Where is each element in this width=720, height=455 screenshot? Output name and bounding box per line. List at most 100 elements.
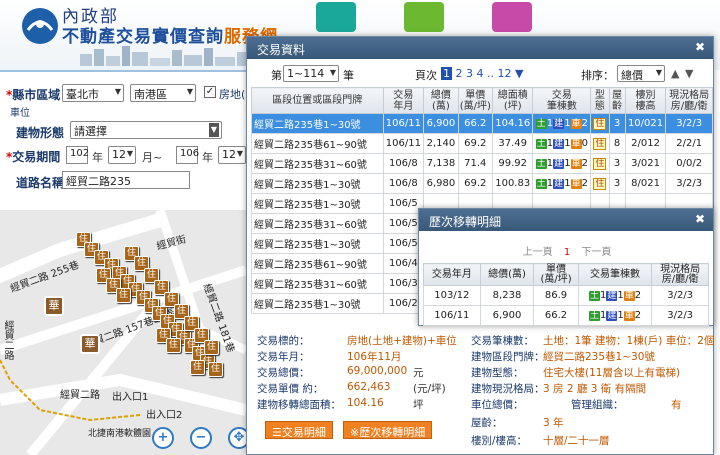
column-header: 總價 (萬) bbox=[423, 87, 459, 114]
road-input[interactable]: 經貿二路235 bbox=[62, 171, 190, 189]
table-cell: 3 bbox=[608, 113, 626, 134]
house-marker[interactable]: 住 bbox=[204, 340, 219, 355]
page-unit: 筆 bbox=[343, 69, 354, 82]
unit-price-value: 662,463 bbox=[347, 381, 391, 393]
start-year-input[interactable]: 102 bbox=[66, 146, 89, 164]
table-cell: 3 bbox=[608, 173, 626, 194]
column-header: 屋齡 bbox=[608, 87, 626, 114]
next-page-icon[interactable]: ▼ bbox=[515, 67, 523, 80]
table-cell: 3 bbox=[608, 153, 626, 174]
sort-label: 排序： bbox=[581, 69, 614, 82]
nav-button-2[interactable] bbox=[404, 2, 444, 32]
table-cell: 經貿二路235巷1~30號 bbox=[251, 233, 384, 254]
table-cell: 2/2/1 bbox=[665, 133, 713, 154]
table-cell: 住 bbox=[590, 173, 610, 194]
table-cell: 37.49 bbox=[491, 133, 534, 154]
house-marker[interactable]: 住 bbox=[116, 288, 131, 303]
column-header: 交易 筆棟數 bbox=[532, 87, 592, 114]
district-select[interactable]: 南港區 bbox=[130, 84, 196, 102]
history-column-header: 交易筆棟數 bbox=[577, 263, 653, 286]
county-select[interactable]: 臺北市 bbox=[62, 84, 124, 102]
page-link-4[interactable]: 4 bbox=[477, 67, 484, 80]
table-cell: 經貿二路235巷31~60號 bbox=[251, 213, 384, 234]
floor-value: 十層/二十一層 bbox=[543, 435, 610, 447]
table-cell: 住 bbox=[590, 153, 610, 174]
column-header: 型態 bbox=[590, 87, 610, 114]
table-cell: 6,900 bbox=[423, 113, 459, 134]
table-cell: 106/8 bbox=[382, 173, 425, 194]
skyline-decoration-icon bbox=[80, 46, 249, 66]
zoom-out-icon[interactable]: − bbox=[190, 427, 212, 449]
table-row[interactable]: 經貿二路235巷1~30號 106/8 6,980 69.2 100.83 土1建1車2 住… bbox=[251, 173, 713, 194]
page-link-12[interactable]: 12 bbox=[498, 67, 512, 80]
history-cell: 86.9 bbox=[533, 285, 579, 306]
column-header: 總面積 (坪) bbox=[491, 87, 534, 114]
table-cell: 土1建1車2 bbox=[532, 113, 592, 134]
sort-desc-icon[interactable]: ▼ bbox=[685, 67, 693, 80]
sort-select[interactable]: 總價 bbox=[617, 65, 665, 82]
area-label: 建物移轉總面積： bbox=[257, 399, 341, 411]
history-cell: 3/2/3 bbox=[651, 285, 709, 306]
age-label: 屋齡： bbox=[471, 417, 503, 429]
pager-bar: 第 1~114 筆 頁次 1 2 3 4 .. 12 ▼ 排序： 總價 ▲ ▼ bbox=[247, 63, 715, 85]
history-table: 交易年月 總價(萬) 單價 (萬/坪) 交易筆棟數 現況格局 房/廳/衛 103/12 8,2… bbox=[423, 263, 709, 326]
table-cell: 106/11 bbox=[382, 133, 425, 154]
total-value: 69,000,000 bbox=[347, 365, 408, 377]
page-link-3[interactable]: 3 bbox=[466, 67, 473, 80]
nav-button-1[interactable] bbox=[316, 2, 356, 32]
table-cell: 2,140 bbox=[423, 133, 459, 154]
record-range-select[interactable]: 1~114 bbox=[283, 65, 339, 82]
page-link-2[interactable]: 2 bbox=[456, 67, 463, 80]
start-month-select[interactable]: 12 bbox=[108, 146, 136, 164]
history-detail-button[interactable]: ※歷次移轉明細 bbox=[343, 421, 433, 439]
table-cell: 3/2/3 bbox=[665, 173, 713, 194]
history-prev-link[interactable]: 上一頁 bbox=[523, 247, 553, 258]
table-row[interactable]: 經貿二路235巷61~90號 106/11 2,140 69.2 37.49 土1建1車0… bbox=[251, 133, 713, 154]
sort-asc-icon[interactable]: ▲ bbox=[671, 67, 679, 80]
house-marker[interactable]: 住 bbox=[208, 362, 223, 377]
house-label: 房地( bbox=[219, 88, 246, 101]
map-marker-hua-2[interactable]: 華 bbox=[80, 334, 100, 354]
table-cell: 土1建1車0 bbox=[532, 133, 592, 154]
close-icon[interactable]: ✖ bbox=[695, 40, 705, 54]
page-label: 第 bbox=[271, 69, 282, 82]
address-label: 建物區段門牌： bbox=[471, 351, 545, 363]
count-value: 土地：1筆 建物：1棟(戶) 車位：2個 bbox=[543, 335, 715, 347]
table-row[interactable]: 經貿二路235巷1~30號 106/11 6,900 66.2 104.16 土1建1車2… bbox=[251, 113, 713, 134]
column-header: 單價 (萬/坪) bbox=[457, 87, 493, 114]
transaction-detail-button[interactable]: ☰交易明細 bbox=[265, 421, 333, 439]
table-cell: 住 bbox=[590, 133, 610, 154]
history-column-header: 總價(萬) bbox=[479, 263, 535, 286]
history-close-icon[interactable]: ✖ bbox=[695, 212, 705, 226]
table-cell: 經貿二路235巷31~60號 bbox=[251, 273, 384, 294]
end-month-select[interactable]: 12 bbox=[218, 146, 246, 164]
map-view[interactable]: 經貿二路 255巷 經貿二路 經貿二路 157巷36弄 經貿二路 經貿街 經貿二… bbox=[0, 210, 246, 455]
history-next-link[interactable]: 下一頁 bbox=[581, 247, 611, 258]
layout-label: 建物現況格局： bbox=[471, 383, 545, 395]
table-cell: 69.2 bbox=[457, 173, 493, 194]
table-cell: 住 bbox=[590, 113, 610, 134]
table-row[interactable]: 經貿二路235巷31~60號 106/8 7,138 71.4 99.92 土1建1車2 住… bbox=[251, 153, 713, 174]
table-cell: 經貿二路235巷1~30號 bbox=[251, 293, 384, 314]
management-label: 管理組織： bbox=[571, 399, 624, 411]
table-cell: 經貿二路235巷1~30號 bbox=[251, 193, 384, 214]
nav-button-3[interactable] bbox=[492, 2, 532, 32]
page-link-1[interactable]: 1 bbox=[441, 67, 452, 80]
table-cell: 經貿二路235巷1~30號 bbox=[251, 113, 384, 134]
building-type-value: 住宅大樓(11層含以上有電梯) bbox=[543, 367, 681, 379]
house-marker[interactable]: 住 bbox=[190, 360, 205, 375]
zoom-in-icon[interactable]: + bbox=[152, 427, 174, 449]
house-checkbox[interactable]: ✓ bbox=[204, 86, 216, 98]
building-type-label: 建物型態： bbox=[471, 367, 524, 379]
column-header: 現況格局 房/廳/衛 bbox=[665, 87, 713, 114]
table-cell: 土1建1車2 bbox=[532, 153, 592, 174]
table-cell: 7,138 bbox=[423, 153, 459, 174]
pan-icon[interactable]: ✥ bbox=[228, 427, 246, 449]
table-cell: 106/8 bbox=[382, 153, 425, 174]
type-select[interactable]: 請選擇 bbox=[70, 121, 222, 139]
list-icon: ☰ bbox=[272, 426, 282, 439]
end-year-input[interactable]: 106 bbox=[176, 146, 199, 164]
house-marker[interactable]: 住 bbox=[166, 338, 181, 353]
map-marker-hua[interactable]: 華 bbox=[44, 296, 64, 316]
exit-2-label: 出入口2 bbox=[146, 410, 183, 421]
